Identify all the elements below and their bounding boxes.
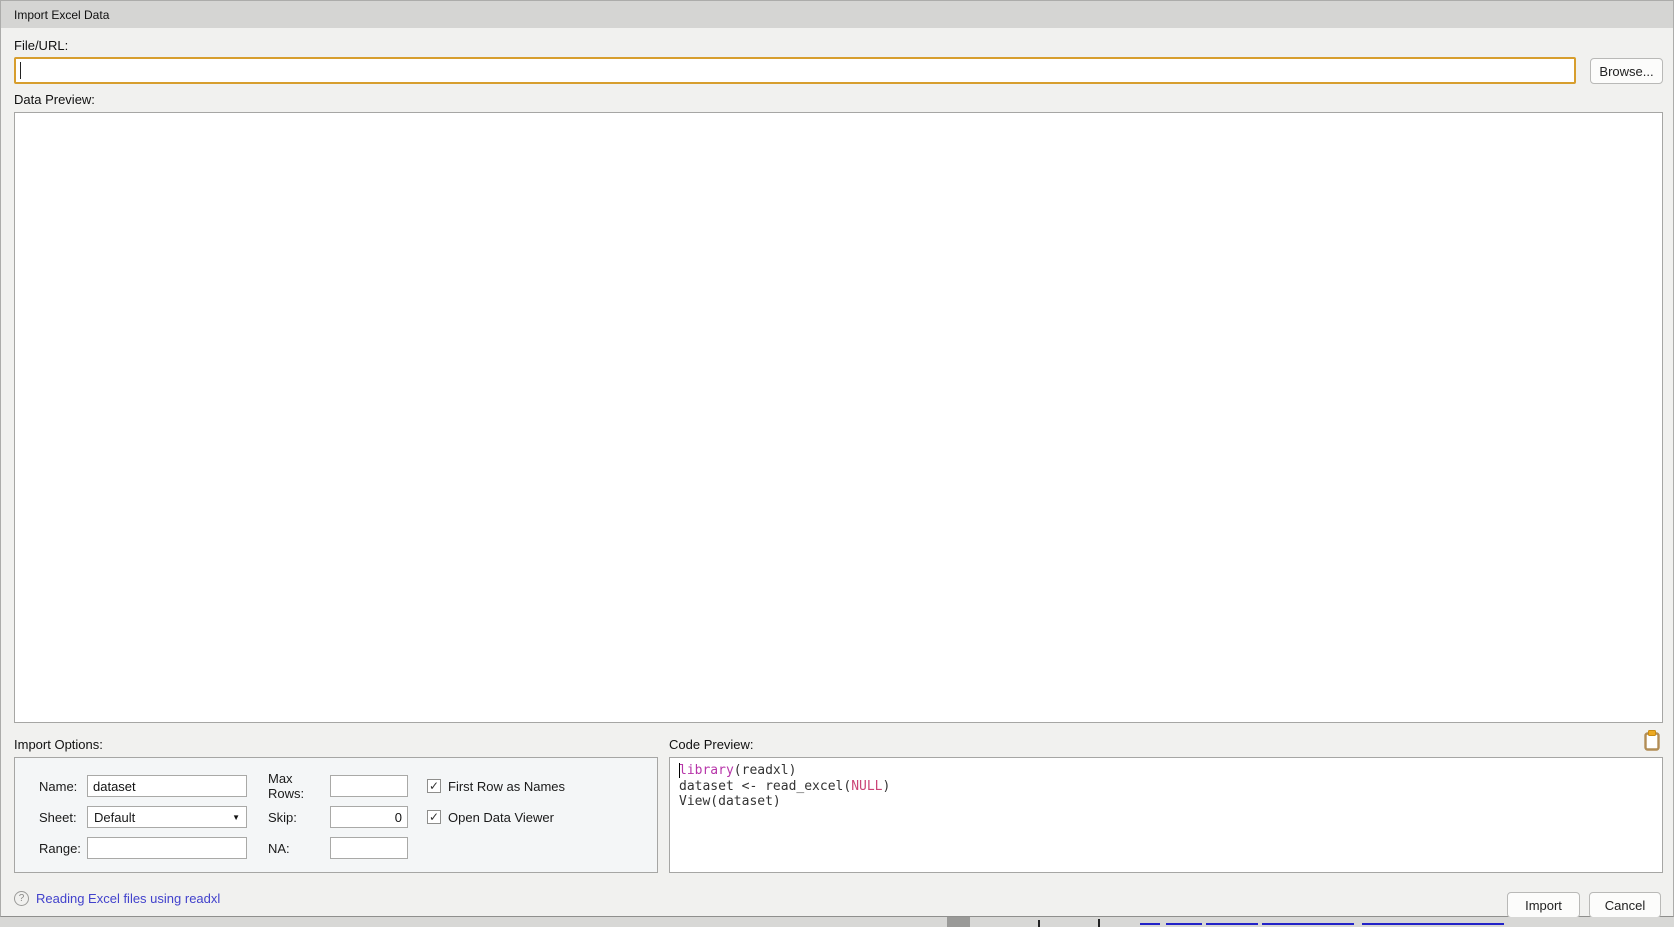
code-preview-label: Code Preview:: [669, 737, 754, 752]
name-input[interactable]: [87, 775, 247, 797]
text-caret: [20, 62, 21, 79]
range-label: Range:: [39, 841, 87, 856]
options-row-3: Range: NA:: [39, 837, 657, 859]
background-fragment: [1098, 919, 1100, 927]
copy-code-button[interactable]: [1643, 730, 1661, 752]
import-options-panel: Name: Max Rows: ✓ First Row as Names She…: [14, 757, 658, 873]
background-fragment: [947, 917, 970, 927]
import-options-label: Import Options:: [14, 737, 103, 752]
skip-label: Skip:: [268, 810, 330, 825]
data-preview-label: Data Preview:: [14, 92, 95, 107]
checkbox-checked-icon: ✓: [427, 810, 441, 824]
clipboard-icon: [1643, 730, 1661, 752]
help-link-row[interactable]: ? Reading Excel files using readxl: [14, 889, 220, 907]
file-url-field-wrap: [14, 57, 1576, 84]
code-preview-area[interactable]: library(readxl) dataset <- read_excel(NU…: [669, 757, 1663, 873]
background-link-fragment: [1362, 923, 1504, 925]
max-rows-label: Max Rows:: [268, 771, 330, 801]
browse-button[interactable]: Browse...: [1590, 58, 1663, 84]
first-row-as-names-label: First Row as Names: [448, 779, 565, 794]
open-data-viewer-checkbox[interactable]: ✓ Open Data Viewer: [427, 810, 554, 825]
cancel-button[interactable]: Cancel: [1589, 892, 1661, 918]
import-excel-data-dialog: Import Excel Data File/URL: Browse... Da…: [0, 0, 1674, 917]
sheet-label: Sheet:: [39, 810, 87, 825]
data-preview-area: [14, 112, 1663, 723]
code-line2-post: ): [883, 779, 891, 794]
check-icon: ✓: [429, 780, 439, 792]
code-line1-rest: (readxl): [734, 763, 797, 778]
name-label: Name:: [39, 779, 87, 794]
background-link-fragment: [1140, 923, 1160, 925]
code-line3: View(dataset): [679, 794, 781, 809]
background-fragment: [1038, 920, 1040, 927]
code-line1-keyword: library: [679, 763, 734, 778]
checkbox-checked-icon: ✓: [427, 779, 441, 793]
max-rows-input[interactable]: [330, 775, 408, 797]
na-label: NA:: [268, 841, 330, 856]
sheet-selected-value: Default: [94, 810, 135, 825]
range-input[interactable]: [87, 837, 247, 859]
first-row-as-names-checkbox[interactable]: ✓ First Row as Names: [427, 779, 565, 794]
background-link-fragment: [1166, 923, 1202, 925]
dialog-title: Import Excel Data: [14, 8, 109, 22]
skip-input[interactable]: [330, 806, 408, 828]
background-link-fragment: [1206, 923, 1258, 925]
code-line2-pre: dataset <- read_excel(: [679, 779, 851, 794]
options-row-1: Name: Max Rows: ✓ First Row as Names: [39, 775, 657, 797]
chevron-down-icon: ▼: [232, 813, 240, 822]
options-row-2: Sheet: Default ▼ Skip: ✓ Open Data Viewe…: [39, 806, 657, 828]
open-data-viewer-label: Open Data Viewer: [448, 810, 554, 825]
na-input[interactable]: [330, 837, 408, 859]
help-icon: ?: [14, 891, 29, 906]
background-link-fragment: [1262, 923, 1354, 925]
dialog-titlebar: Import Excel Data: [1, 1, 1673, 28]
file-url-label: File/URL:: [14, 38, 68, 53]
file-url-input[interactable]: [14, 57, 1576, 84]
occluded-background-window: [0, 917, 1674, 927]
code-line2-constant: NULL: [851, 779, 882, 794]
import-button[interactable]: Import: [1507, 892, 1580, 918]
sheet-select[interactable]: Default ▼: [87, 806, 247, 828]
help-link[interactable]: Reading Excel files using readxl: [36, 891, 220, 906]
check-icon: ✓: [429, 811, 439, 823]
